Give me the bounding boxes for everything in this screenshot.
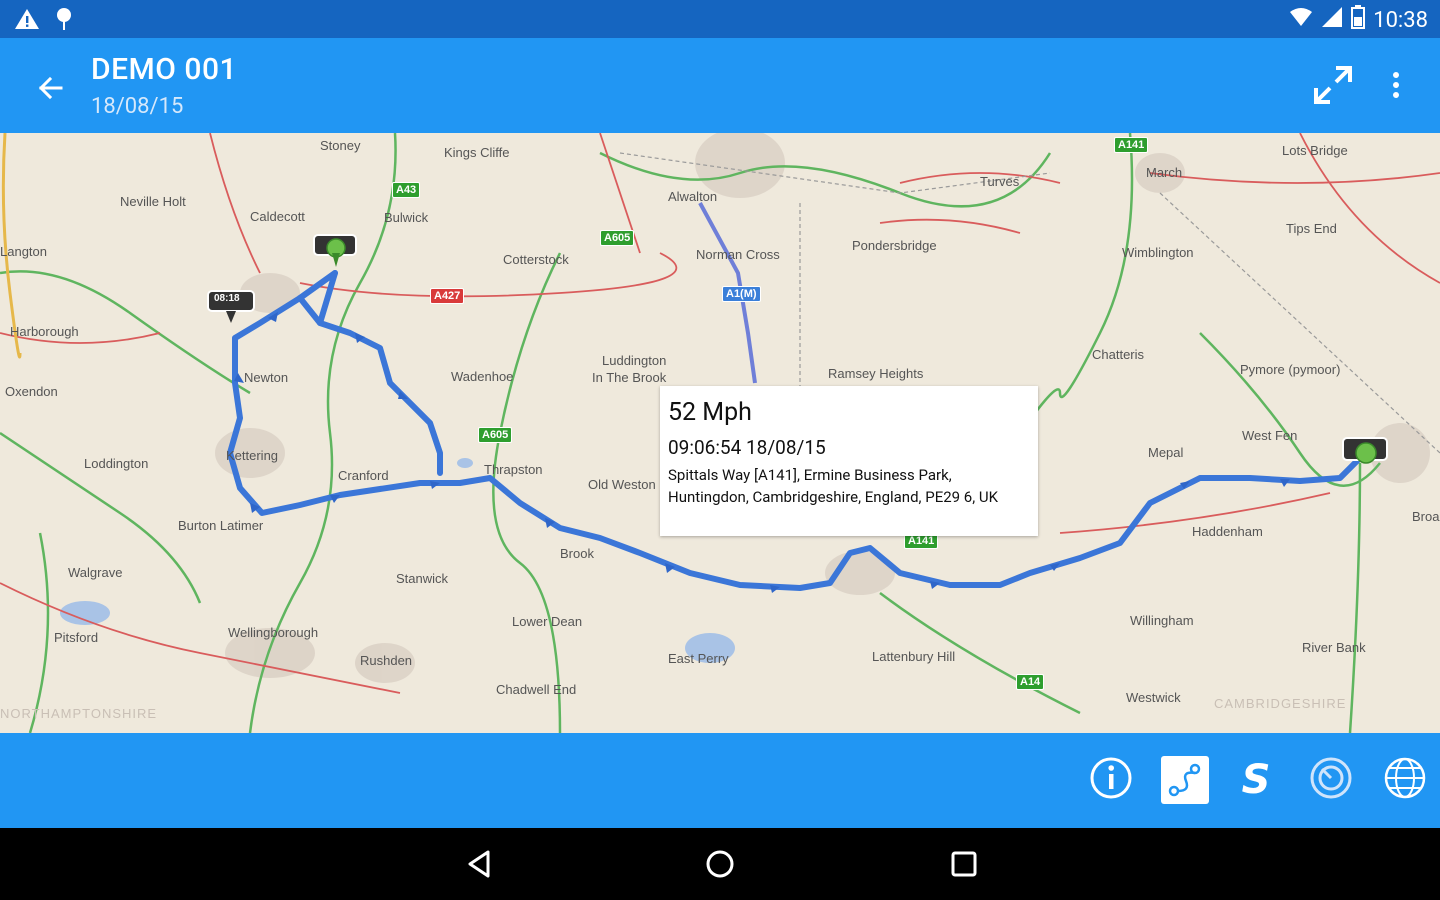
place-label: Luddington <box>602 353 667 368</box>
place-label: Stoney <box>320 138 361 153</box>
place-label: Haddenham <box>1192 524 1263 539</box>
place-label: Westwick <box>1126 690 1181 705</box>
place-label: Langton <box>0 244 47 259</box>
place-label: East Perry <box>668 651 729 666</box>
marker-label: 08:18 <box>214 293 240 304</box>
svg-text:S: S <box>1242 757 1271 801</box>
speed-s-icon[interactable]: S <box>1233 755 1279 803</box>
place-label: Chadwell End <box>496 682 577 697</box>
region-label: NORTHAMPTONSHIRE <box>0 706 158 721</box>
place-label: Bulwick <box>384 210 429 225</box>
nav-back-icon[interactable] <box>460 844 500 884</box>
app-bar: DEMO 001 18/08/15 <box>0 38 1440 133</box>
place-label: Kettering <box>226 448 279 463</box>
region-label: CAMBRIDGESHIRE <box>1214 696 1347 711</box>
place-label: Pymore (pymoor) <box>1240 362 1341 377</box>
nav-recents-icon[interactable] <box>944 844 984 884</box>
map-view[interactable]: 08:18 A43 A605 A427 A141 A605 A1(M) A14 … <box>0 133 1440 733</box>
back-arrow-icon[interactable] <box>30 68 70 108</box>
place-label: Cotterstock <box>503 252 569 267</box>
place-label: Willingham <box>1130 613 1194 628</box>
more-vert-icon[interactable] <box>1382 64 1410 106</box>
warning-icon <box>14 7 40 35</box>
place-label: March <box>1146 165 1183 180</box>
place-label: Rushden <box>360 653 413 668</box>
status-bar: 10:38 <box>0 0 1440 38</box>
place-label: Turves <box>980 174 1020 189</box>
place-label: Stanwick <box>396 571 449 586</box>
place-label: Ramsey Heights <box>828 366 924 381</box>
place-label: Alwalton <box>668 189 718 204</box>
location-pin-icon <box>54 6 74 36</box>
place-label: Neville Holt <box>120 194 186 209</box>
route-icon[interactable] <box>1160 755 1209 804</box>
place-label: Brook <box>560 546 594 561</box>
signal-icon <box>1321 6 1343 34</box>
place-label: Burton Latimer <box>178 518 264 533</box>
system-nav-bar <box>0 828 1440 900</box>
expand-icon[interactable] <box>1312 64 1354 106</box>
end-marker <box>1342 437 1388 464</box>
place-label: Walgrave <box>68 565 123 580</box>
place-label: Lattenbury Hill <box>872 649 956 664</box>
place-label: West Fen <box>1242 428 1298 443</box>
start-marker <box>313 234 357 267</box>
place-label: Norman Cross <box>696 247 780 262</box>
clock-time: 10:38 <box>1373 7 1428 33</box>
place-label: Pitsford <box>54 630 99 645</box>
place-label: Wadenhoe <box>451 369 514 384</box>
wifi-icon <box>1289 6 1313 34</box>
road-label: A43 <box>392 182 421 198</box>
bottom-toolbar: S <box>0 733 1440 828</box>
playback-icon[interactable] <box>1308 755 1354 801</box>
place-label: Old Weston <box>588 477 656 492</box>
road-label: A427 <box>430 288 465 304</box>
popup-speed: 52 Mph <box>668 398 752 427</box>
place-label: River Bank <box>1302 640 1366 655</box>
place-label: In The Brook <box>592 370 667 385</box>
place-label: Thrapston <box>484 462 543 477</box>
location-popup[interactable]: 52 Mph 09:06:54 18/08/15 Spittals Way [A… <box>660 386 1038 536</box>
place-label: Oxendon <box>5 384 58 399</box>
place-label: Caldecott <box>250 209 305 224</box>
info-icon[interactable] <box>1088 755 1134 801</box>
place-label: Broad <box>1412 509 1440 524</box>
place-label: Pondersbridge <box>852 238 937 253</box>
road-label: A605 <box>600 230 635 246</box>
road-label: A605 <box>478 427 513 443</box>
place-label: Mepal <box>1148 445 1184 460</box>
page-subtitle-date: 18/08/15 <box>91 94 184 119</box>
nav-home-icon[interactable] <box>700 844 740 884</box>
place-label: Cranford <box>338 468 389 483</box>
road-label: A141 <box>1114 137 1149 153</box>
road-label: A14 <box>1016 674 1045 690</box>
battery-icon <box>1351 5 1366 35</box>
popup-address: Spittals Way [A141], Ermine Business Par… <box>668 466 999 506</box>
place-label: Wimblington <box>1122 245 1194 260</box>
place-label: Lots Bridge <box>1282 143 1348 158</box>
place-label: Harborough <box>10 324 79 339</box>
popup-timestamp: 09:06:54 18/08/15 <box>668 436 826 459</box>
place-label: Wellingborough <box>228 625 319 640</box>
page-title: DEMO 001 <box>91 52 238 87</box>
place-label: Loddington <box>84 456 149 471</box>
place-label: Kings Cliffe <box>444 145 510 160</box>
place-label: Tips End <box>1286 221 1337 236</box>
place-label: Chatteris <box>1092 347 1145 362</box>
globe-icon[interactable] <box>1382 755 1428 801</box>
road-label: A1(M) <box>722 286 761 302</box>
place-label: Newton <box>244 370 289 385</box>
place-label: Lower Dean <box>512 614 583 629</box>
